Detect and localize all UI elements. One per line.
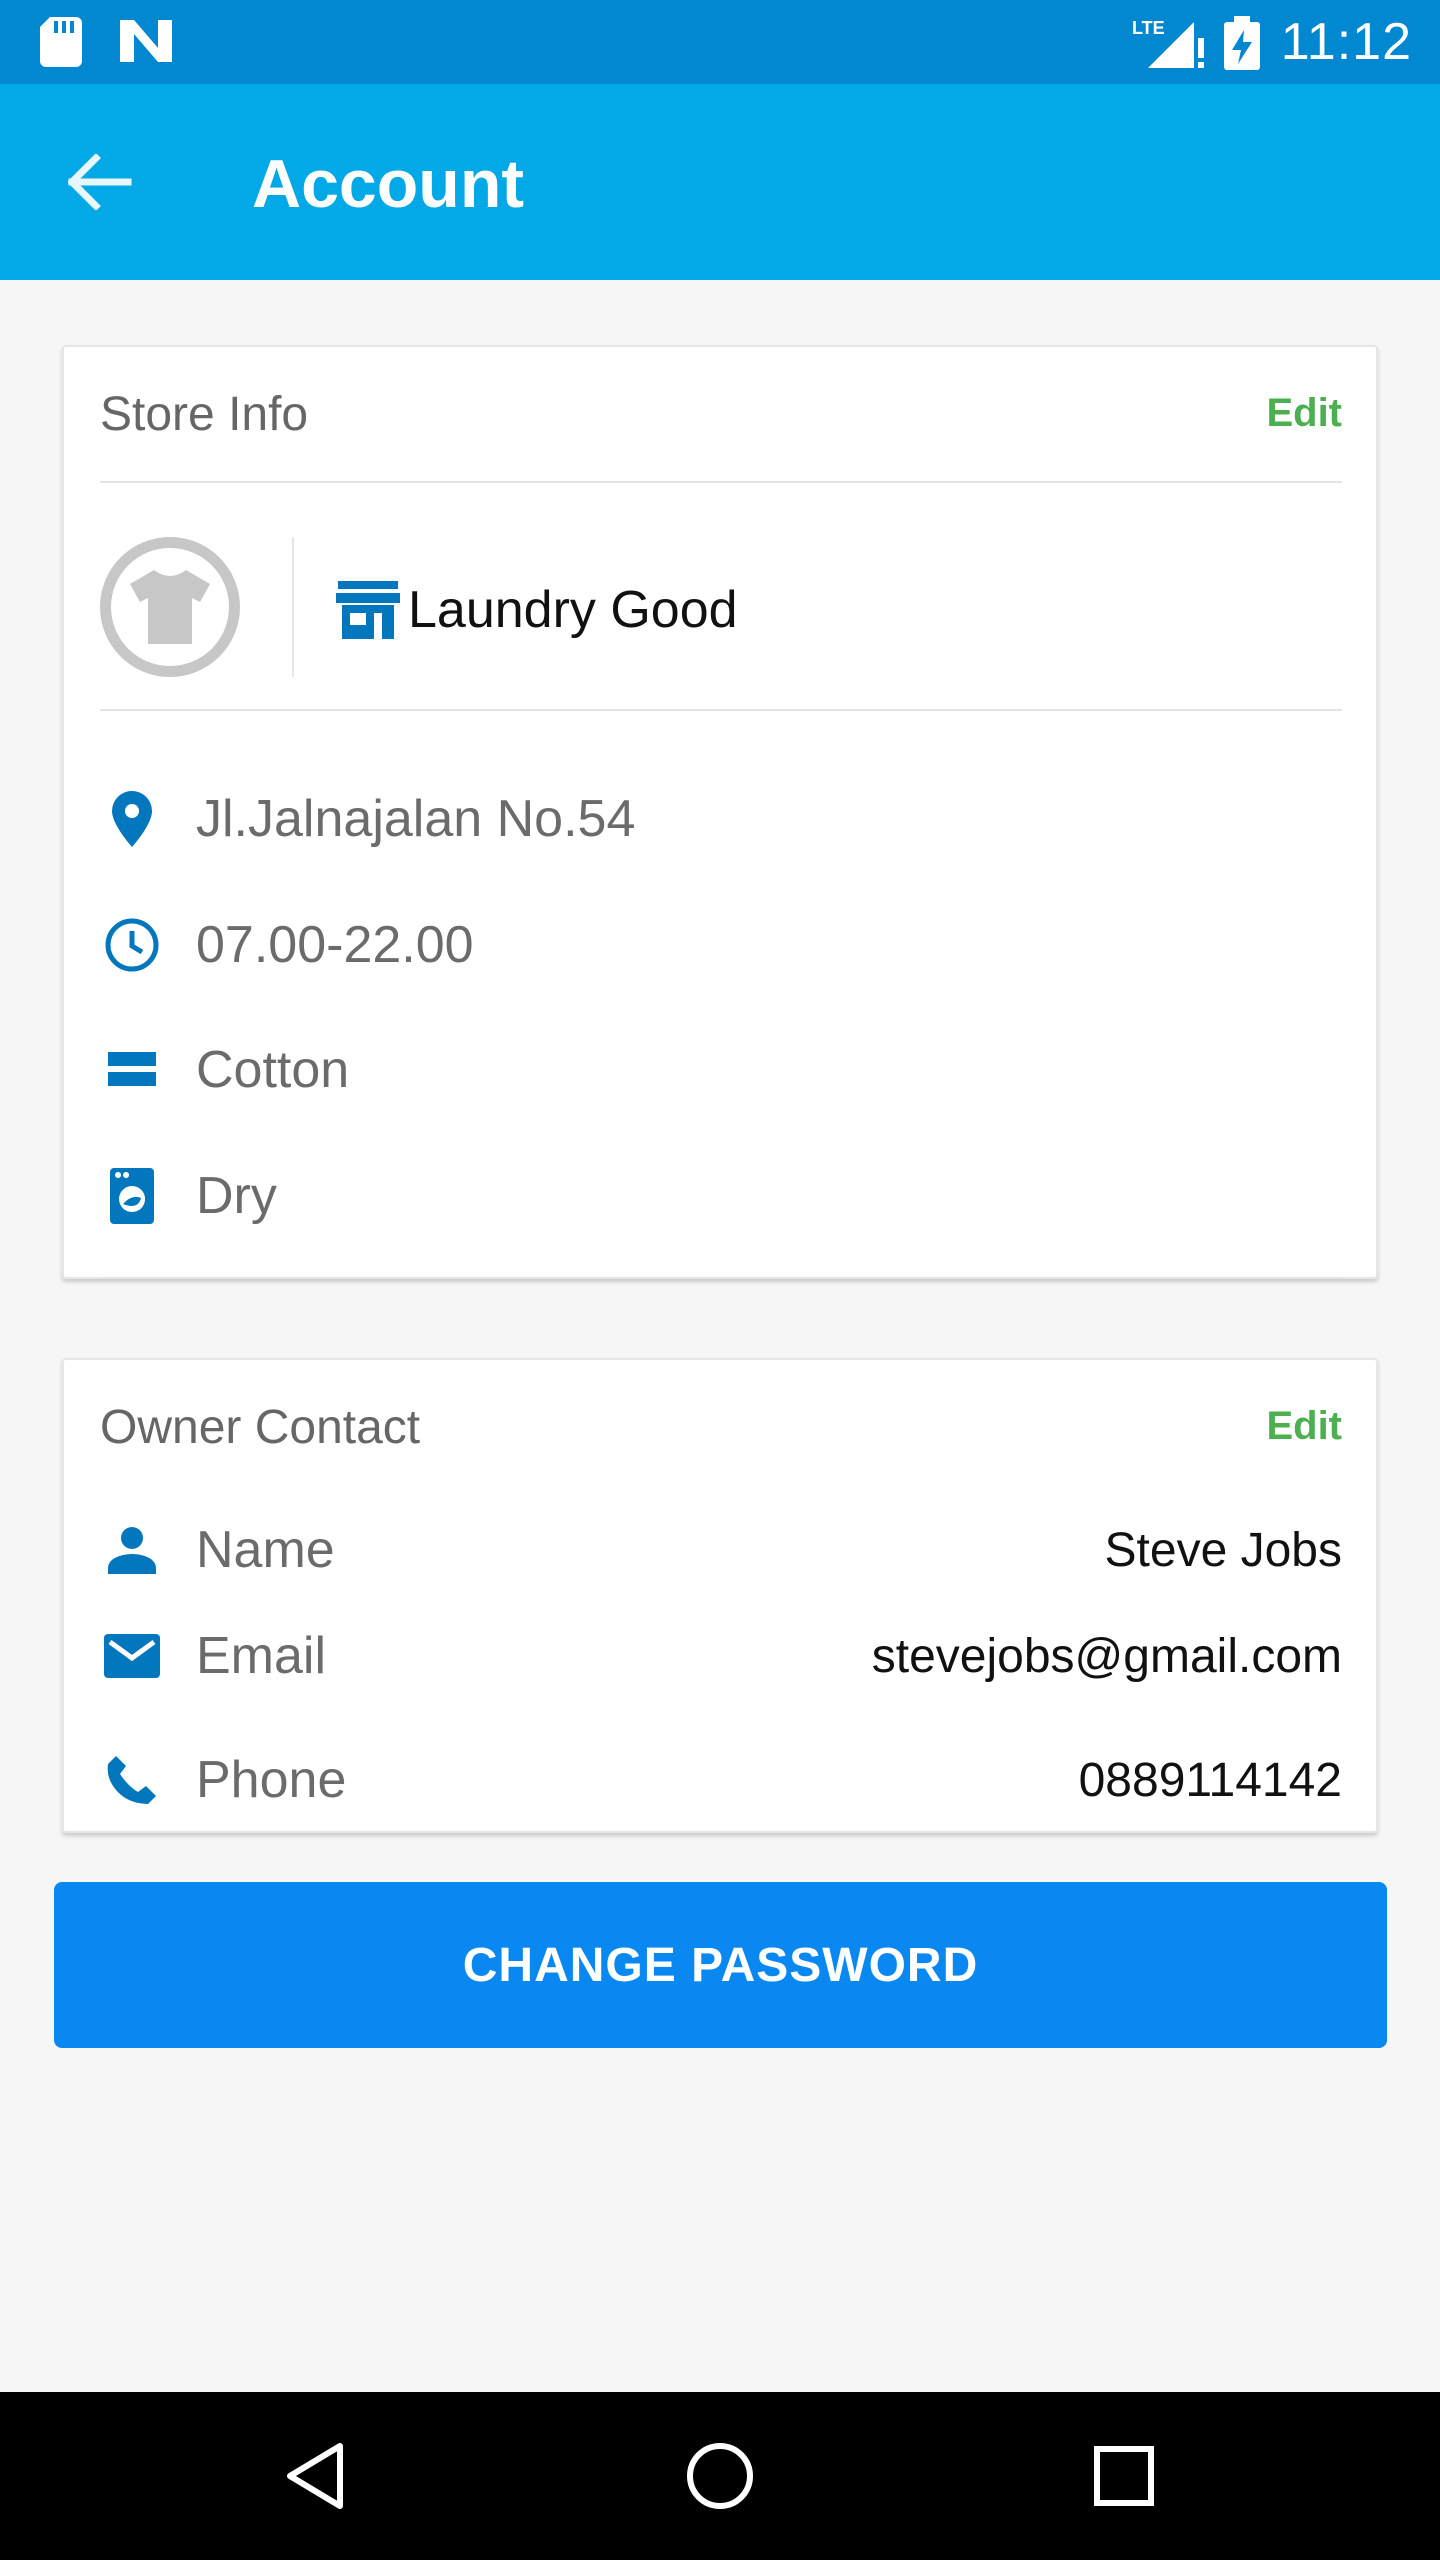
arrow-back-icon — [68, 154, 132, 210]
page-title: Account — [252, 146, 524, 222]
sd-card-icon — [40, 17, 82, 72]
owner-name-label: Name — [196, 1521, 335, 1579]
divider — [100, 481, 1342, 483]
divider — [100, 1277, 1342, 1279]
owner-contact-edit-button[interactable]: Edit — [1266, 1402, 1342, 1450]
svg-text:LTE: LTE — [1132, 18, 1165, 38]
store-fabric: Cotton — [196, 1041, 350, 1099]
shirt-icon — [130, 570, 210, 644]
store-info-edit-button[interactable]: Edit — [1266, 389, 1342, 437]
status-time: 11:12 — [1280, 13, 1412, 71]
nav-recents-button[interactable] — [1074, 2426, 1174, 2526]
store-avatar[interactable] — [100, 537, 240, 677]
owner-phone-row: Phone 0889114142 — [100, 1748, 1342, 1812]
status-bar: LTE 11:12 — [0, 0, 1440, 84]
location-pin-icon — [100, 787, 164, 851]
store-fabric-row: Cotton — [100, 1038, 1342, 1102]
store-service: Dry — [196, 1167, 277, 1225]
owner-email-row: Email stevejobs@gmail.com — [100, 1624, 1342, 1688]
store-hours-row: 07.00-22.00 — [100, 913, 1342, 977]
owner-email-value: stevejobs@gmail.com — [871, 1629, 1342, 1683]
divider — [100, 709, 1342, 711]
store-info-card: Store Info Edit Laundry Good Jl.Jalnajal… — [62, 345, 1378, 1279]
email-icon — [100, 1624, 164, 1688]
person-icon — [100, 1518, 164, 1582]
store-info-header: Store Info — [100, 388, 309, 441]
circle-home-icon — [687, 2443, 753, 2509]
vertical-divider — [292, 537, 294, 677]
store-address-row: Jl.Jalnajalan No.54 — [100, 787, 1342, 851]
nav-home-button[interactable] — [670, 2426, 770, 2526]
notification-n-icon — [118, 18, 174, 69]
owner-email-label: Email — [196, 1627, 327, 1685]
owner-name-value: Steve Jobs — [1104, 1523, 1342, 1577]
change-password-button[interactable]: CHANGE PASSWORD — [54, 1882, 1387, 2048]
store-icon — [336, 581, 400, 639]
system-navigation-bar — [0, 2392, 1440, 2560]
store-hours: 07.00-22.00 — [196, 916, 474, 974]
app-bar: Account — [0, 84, 1440, 280]
owner-phone-value: 0889114142 — [1078, 1753, 1342, 1807]
triangle-back-icon — [287, 2443, 343, 2509]
back-button[interactable] — [52, 134, 148, 230]
lte-signal-icon: LTE — [1132, 16, 1208, 75]
phone-icon — [100, 1748, 164, 1812]
store-name-row: Laundry Good — [336, 575, 738, 645]
owner-contact-card: Owner Contact Edit Name Steve Jobs Email… — [62, 1358, 1378, 1833]
nav-back-button[interactable] — [266, 2426, 366, 2526]
battery-charging-icon — [1224, 16, 1260, 75]
store-address: Jl.Jalnajalan No.54 — [196, 790, 636, 848]
clock-icon — [100, 913, 164, 977]
owner-name-row: Name Steve Jobs — [100, 1518, 1342, 1582]
square-recents-icon — [1094, 2446, 1154, 2506]
owner-phone-label: Phone — [196, 1751, 347, 1809]
fabric-icon — [100, 1038, 164, 1102]
store-service-row: Dry — [100, 1164, 1342, 1228]
store-name: Laundry Good — [408, 581, 738, 639]
owner-contact-header: Owner Contact — [100, 1401, 421, 1454]
washing-machine-icon — [100, 1164, 164, 1228]
